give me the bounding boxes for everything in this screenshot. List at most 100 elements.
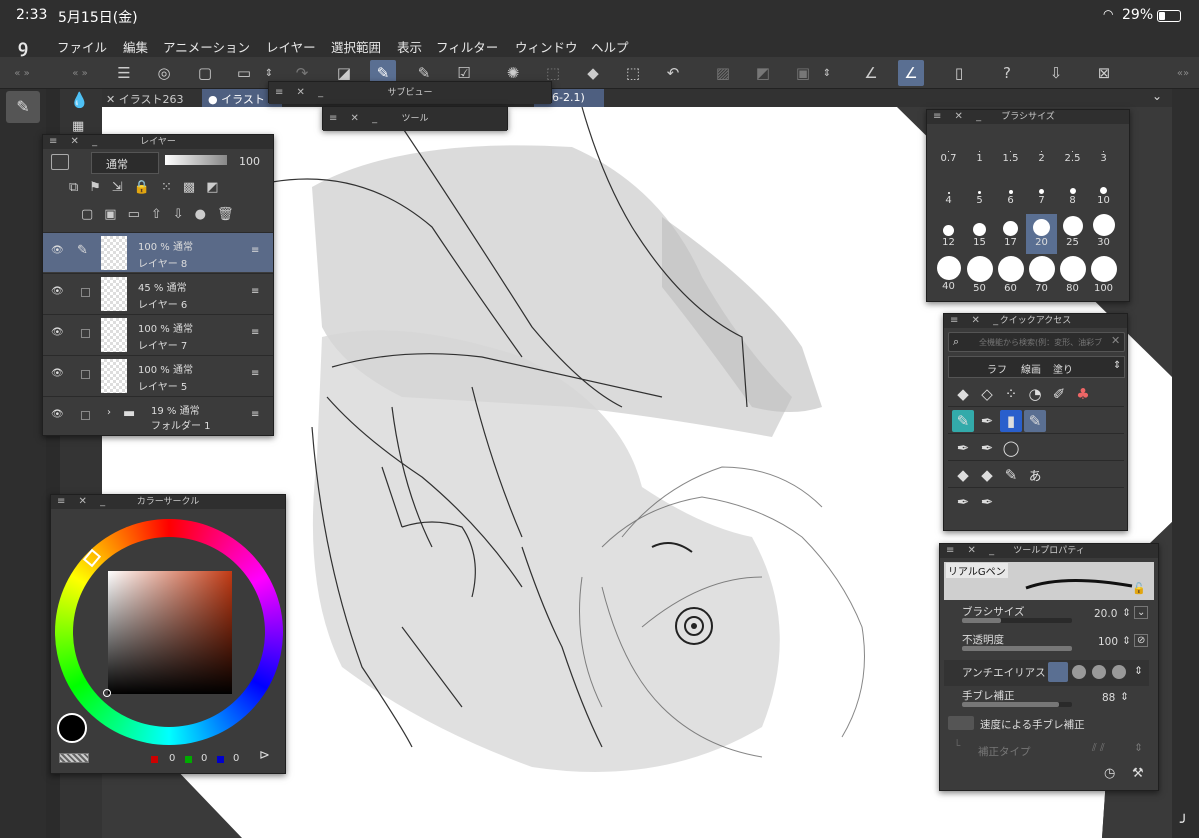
antialias-mid[interactable] <box>1092 665 1106 679</box>
layer-title[interactable]: ≡ ✕ _ レイヤー <box>43 135 273 149</box>
tab-illust-263[interactable]: ✕ イラスト263 <box>106 91 184 107</box>
layer-tools-row1-icon[interactable]: ⧉⚑⇲🔒⁙▩◩ <box>69 180 229 195</box>
menu-animation[interactable]: アニメーション <box>163 37 250 56</box>
stepper-icon[interactable]: ⇕ <box>1134 665 1143 677</box>
brush-size-option[interactable]: 80 <box>1057 256 1088 296</box>
color-mode-icon[interactable]: ⊳ <box>259 748 270 763</box>
checkbox-icon[interactable] <box>81 411 90 420</box>
collapse-left-icon[interactable]: « » <box>2 60 42 86</box>
saturation-square[interactable] <box>108 571 232 694</box>
brush-size-option[interactable]: 2 <box>1026 130 1057 170</box>
tool-title[interactable]: ≡ ✕ _ ツール <box>323 107 507 131</box>
brush-size-option[interactable]: 100 <box>1088 256 1119 296</box>
panel-controls-icon[interactable]: ≡ ✕ _ <box>950 314 1003 328</box>
opacity-value[interactable]: 100 <box>1098 636 1118 648</box>
eye-icon[interactable]: 👁 <box>51 286 64 297</box>
panel-controls-icon[interactable]: ≡ ✕ _ <box>49 135 102 149</box>
brush-preview[interactable]: リアルGペン 🔓 <box>944 562 1154 600</box>
color-marker[interactable] <box>103 689 111 697</box>
layer-row[interactable]: 👁 45 % 通常 レイヤー 6 ≡ <box>43 273 273 313</box>
ruler-snap-icon[interactable]: ∠ <box>898 60 924 86</box>
brush-size-option[interactable]: 0.7 <box>933 130 964 170</box>
brush-cursor-icon[interactable]: ╯ <box>1180 815 1188 831</box>
set-tab-lineart[interactable]: 線画 <box>1021 361 1041 376</box>
drag-handle-icon[interactable]: ≡ <box>251 245 259 256</box>
menu-view[interactable]: 表示 <box>397 37 422 56</box>
smudge-icon[interactable]: ぁ <box>1024 464 1046 486</box>
menu-selection[interactable]: 選択範囲 <box>331 37 381 56</box>
menu-file[interactable]: ファイル <box>57 37 107 56</box>
chevron-down-icon[interactable]: ⌄ <box>1152 89 1162 103</box>
eye-icon[interactable]: 👁 <box>51 409 64 420</box>
fill-icon[interactable]: ◆ <box>580 60 606 86</box>
brush-size-option[interactable]: 7 <box>1026 172 1057 212</box>
fill-bucket2-icon[interactable]: ◆ <box>976 464 998 486</box>
pen-tool-icon[interactable]: ✎ <box>6 91 40 123</box>
quick-title[interactable]: ≡ ✕ _ クイックアクセス <box>944 314 1127 328</box>
speed-checkbox[interactable] <box>948 716 974 730</box>
pencil-icon[interactable]: ✎ <box>1000 464 1022 486</box>
set-tab-rough[interactable]: ラフ <box>987 361 1007 376</box>
layer-tools-row2-icon[interactable]: ▢▣▭⇧⇩●🗑 <box>81 207 244 222</box>
stabilizer-slider[interactable] <box>962 702 1072 707</box>
eraser-icon[interactable]: ◆ <box>952 383 974 405</box>
menu-filter[interactable]: フィルター <box>436 37 498 56</box>
layer-row[interactable]: 👁 100 % 通常 レイヤー 7 ≡ <box>43 314 273 354</box>
drops-icon[interactable]: 💧 <box>70 91 89 109</box>
expand-chevron-icon[interactable]: › <box>107 407 111 418</box>
drops-icon[interactable]: ◔ <box>1024 383 1046 405</box>
opacity-slider[interactable] <box>165 155 227 165</box>
help-icon[interactable]: ? <box>994 60 1020 86</box>
brush-size-option[interactable]: 17 <box>995 214 1026 254</box>
new-file-icon[interactable]: ▢ <box>192 60 218 86</box>
collapse-right-icon[interactable]: «» <box>1170 60 1196 86</box>
clear-icon[interactable]: ▨ <box>710 60 736 86</box>
blue-value[interactable]: 0 <box>233 753 239 764</box>
brush-title[interactable]: ≡ ✕ _ ブラシサイズ <box>927 110 1129 124</box>
menu-layer[interactable]: レイヤー <box>266 37 316 56</box>
brush-size-option[interactable]: 5 <box>964 172 995 212</box>
checkbox-icon[interactable] <box>81 288 90 297</box>
eyedropper-icon[interactable]: ✐ <box>1048 383 1070 405</box>
pen-icon[interactable]: ✒ <box>976 410 998 432</box>
brush-size-option[interactable]: 2.5 <box>1057 130 1088 170</box>
transparent-swatch[interactable] <box>59 753 89 763</box>
brush-size-option[interactable]: 1.5 <box>995 130 1026 170</box>
opacity-toggle-icon[interactable]: ⊘ <box>1134 634 1149 647</box>
mask-icon[interactable]: ▣ <box>790 60 816 86</box>
opacity-slider[interactable] <box>962 646 1072 651</box>
brush-size-option[interactable]: 60 <box>995 256 1026 296</box>
checkbox-icon[interactable] <box>81 370 90 379</box>
stepper-icon[interactable]: ⇕ <box>1134 742 1143 754</box>
ruler-icon[interactable]: ∠ <box>858 60 884 86</box>
eraser-soft-icon[interactable]: ◇ <box>976 383 998 405</box>
settings-icon[interactable]: ◷ <box>1104 766 1115 781</box>
lock-icon[interactable]: 🔓 <box>1132 582 1146 595</box>
brush-size-option[interactable]: 25 <box>1057 214 1088 254</box>
stepper-icon[interactable]: ⇕ <box>1113 360 1121 371</box>
brush-size-option[interactable]: 10 <box>1088 172 1119 212</box>
green-value[interactable]: 0 <box>201 753 207 764</box>
brush-size-option[interactable]: 70 <box>1026 256 1057 296</box>
stepper-icon[interactable]: ⇕ <box>1122 635 1131 647</box>
drag-handle-icon[interactable]: ≡ <box>251 368 259 379</box>
size-toggle-icon[interactable]: ⌄ <box>1134 606 1149 619</box>
antialias-none[interactable] <box>1048 662 1068 682</box>
drag-handle-icon[interactable]: ≡ <box>251 286 259 297</box>
antialias-weak[interactable] <box>1072 665 1086 679</box>
size-slider[interactable] <box>962 618 1072 623</box>
device-icon[interactable]: ▯ <box>946 60 972 86</box>
collapse-left2-icon[interactable]: « » <box>60 60 100 86</box>
cake-icon[interactable]: ♣ <box>1072 383 1094 405</box>
stepper-icon[interactable]: ⇕ <box>1122 607 1131 619</box>
opacity-value[interactable]: 100 <box>239 155 260 168</box>
marker-icon[interactable]: ▮ <box>1000 410 1022 432</box>
dip-pen-icon[interactable]: ✒ <box>952 491 974 513</box>
hamburger-icon[interactable]: ☰ <box>111 60 137 86</box>
brush-size-option[interactable]: 1 <box>964 130 995 170</box>
eye-icon[interactable]: 👁 <box>51 245 64 256</box>
drag-handle-icon[interactable]: ≡ <box>251 409 259 420</box>
brush-size-option[interactable]: 30 <box>1088 214 1119 254</box>
undo-icon[interactable]: ↶ <box>660 60 686 86</box>
brush-size-option[interactable]: 20 <box>1026 214 1057 254</box>
